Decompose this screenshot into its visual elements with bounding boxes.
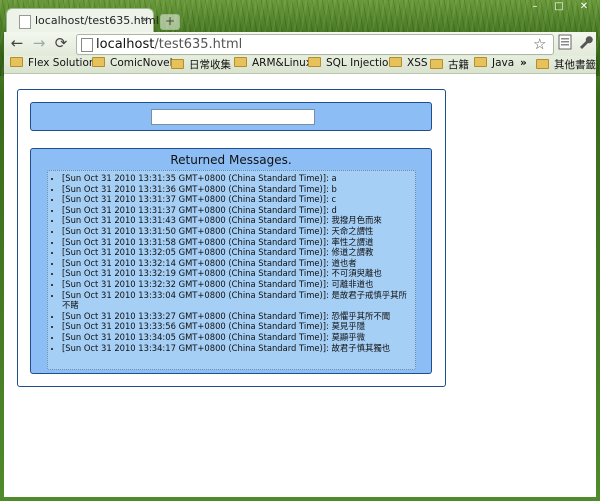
folder-icon	[536, 59, 549, 69]
folder-icon	[430, 59, 443, 69]
page-menu-icon[interactable]	[556, 34, 574, 52]
message-item: [Sun Oct 31 2010 13:32:19 GMT+0800 (Chin…	[62, 268, 415, 279]
forward-arrow-icon[interactable]: →	[30, 34, 48, 52]
messages-list: [Sun Oct 31 2010 13:31:35 GMT+0800 (Chin…	[47, 170, 416, 370]
bookmark-star-icon[interactable]: ☆	[533, 35, 546, 53]
message-item: [Sun Oct 31 2010 13:33:27 GMT+0800 (Chin…	[62, 311, 415, 322]
bookmark-arm-linux[interactable]: ARM&Linux	[234, 57, 312, 72]
minimize-button[interactable]: –	[524, 0, 546, 14]
bookmark-classics[interactable]: 古籍	[430, 57, 469, 72]
message-item: [Sun Oct 31 2010 13:33:04 GMT+0800 (Chin…	[62, 290, 415, 311]
folder-icon	[234, 57, 247, 67]
bookmark-flex-solutions[interactable]: Flex Solutions	[10, 57, 101, 72]
message-item: [Sun Oct 31 2010 13:31:36 GMT+0800 (Chin…	[62, 184, 415, 195]
browser-window: – □ ✕ localhost/test635.html × + ← → ⟳ l…	[0, 0, 600, 501]
bookmark-comicnovels[interactable]: ComicNovels	[92, 57, 178, 72]
folder-icon	[474, 57, 487, 67]
tab-close-icon[interactable]: ×	[140, 13, 149, 26]
messages-panel: Returned Messages. [Sun Oct 31 2010 13:3…	[30, 148, 432, 374]
message-input[interactable]	[151, 109, 315, 125]
message-item: [Sun Oct 31 2010 13:32:32 GMT+0800 (Chin…	[62, 279, 415, 290]
message-item: [Sun Oct 31 2010 13:31:50 GMT+0800 (Chin…	[62, 226, 415, 237]
page-icon	[19, 15, 31, 29]
bookmarks-bar: Flex Solutions ComicNovels 日常收集 ARM&Linu…	[4, 56, 596, 74]
bookmark-xss[interactable]: XSS	[389, 57, 428, 72]
message-item: [Sun Oct 31 2010 13:31:43 GMT+0800 (Chin…	[62, 215, 415, 226]
folder-icon	[389, 57, 402, 67]
message-item: [Sun Oct 31 2010 13:33:56 GMT+0800 (Chin…	[62, 321, 415, 332]
folder-icon	[308, 57, 321, 67]
url-text: localhost/test635.html	[96, 37, 243, 52]
other-bookmarks[interactable]: 其他書籤	[536, 57, 596, 72]
wrench-icon[interactable]	[576, 34, 594, 52]
toolbar: ← → ⟳ localhost/test635.html ☆	[4, 32, 596, 56]
message-item: [Sun Oct 31 2010 13:31:37 GMT+0800 (Chin…	[62, 194, 415, 205]
message-item: [Sun Oct 31 2010 13:31:37 GMT+0800 (Chin…	[62, 205, 415, 216]
reload-icon[interactable]: ⟳	[52, 34, 70, 52]
bookmark-java[interactable]: Java	[474, 57, 514, 72]
new-tab-button[interactable]: +	[160, 14, 180, 30]
input-panel	[30, 102, 432, 131]
back-arrow-icon[interactable]: ←	[8, 34, 26, 52]
chat-container: Returned Messages. [Sun Oct 31 2010 13:3…	[17, 89, 446, 387]
bookmarks-overflow-icon[interactable]: »	[520, 57, 527, 72]
browser-tab[interactable]: localhost/test635.html ×	[6, 8, 159, 33]
bookmark-sql-injection[interactable]: SQL Injection	[308, 57, 395, 72]
page-icon	[81, 38, 93, 52]
message-item: [Sun Oct 31 2010 13:32:05 GMT+0800 (Chin…	[62, 247, 415, 258]
folder-icon	[10, 57, 23, 67]
maximize-button[interactable]: □	[548, 0, 570, 14]
message-item: [Sun Oct 31 2010 13:31:58 GMT+0800 (Chin…	[62, 237, 415, 248]
message-item: [Sun Oct 31 2010 13:32:14 GMT+0800 (Chin…	[62, 258, 415, 269]
folder-icon	[92, 57, 105, 67]
close-window-button[interactable]: ✕	[572, 0, 596, 14]
address-bar[interactable]: localhost/test635.html ☆	[76, 34, 554, 55]
message-item: [Sun Oct 31 2010 13:31:35 GMT+0800 (Chin…	[62, 173, 415, 184]
message-item: [Sun Oct 31 2010 13:34:17 GMT+0800 (Chin…	[62, 343, 415, 354]
messages-title: Returned Messages.	[170, 153, 292, 167]
message-item: [Sun Oct 31 2010 13:34:05 GMT+0800 (Chin…	[62, 332, 415, 343]
folder-icon	[171, 59, 184, 69]
bookmark-daily[interactable]: 日常收集	[171, 57, 231, 72]
page-content: Returned Messages. [Sun Oct 31 2010 13:3…	[4, 74, 596, 497]
